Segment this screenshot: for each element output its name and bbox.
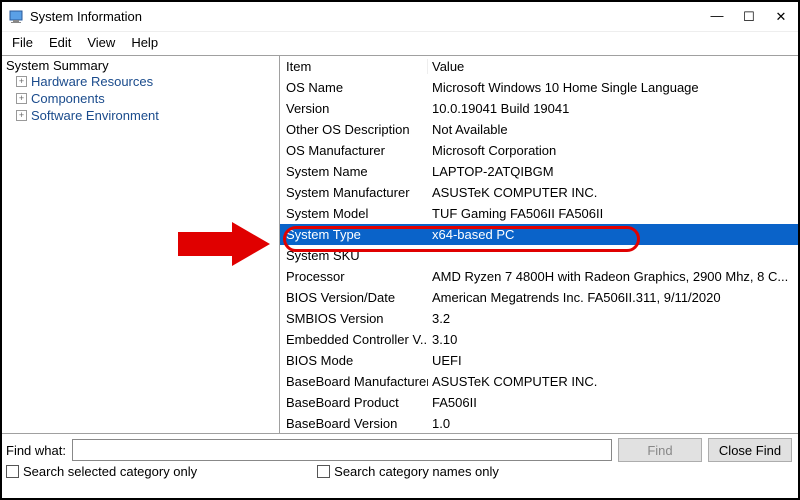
find-input[interactable]	[72, 439, 612, 461]
list-cell-value: ASUSTeK COMPUTER INC.	[428, 374, 798, 389]
list-cell-value: UEFI	[428, 353, 798, 368]
list-row[interactable]: Version10.0.19041 Build 19041	[280, 98, 798, 119]
category-tree[interactable]: System Summary + Hardware Resources + Co…	[2, 56, 280, 433]
list-row[interactable]: OS ManufacturerMicrosoft Corporation	[280, 140, 798, 161]
list-cell-value: AMD Ryzen 7 4800H with Radeon Graphics, …	[428, 269, 798, 284]
list-cell-value: 10.0.19041 Build 19041	[428, 101, 798, 116]
list-cell-item: OS Manufacturer	[280, 143, 428, 158]
minimize-button[interactable]	[710, 9, 724, 25]
list-cell-item: System Model	[280, 206, 428, 221]
list-cell-item: BIOS Mode	[280, 353, 428, 368]
checkbox-box-icon	[6, 465, 19, 478]
find-bar: Find what: Find Close Find Search select…	[2, 433, 798, 489]
list-cell-item: BIOS Version/Date	[280, 290, 428, 305]
list-cell-item: BaseBoard Manufacturer	[280, 374, 428, 389]
list-row[interactable]: Other OS DescriptionNot Available	[280, 119, 798, 140]
list-cell-value: American Megatrends Inc. FA506II.311, 9/…	[428, 290, 798, 305]
list-row[interactable]: System SKU	[280, 245, 798, 266]
list-cell-value: Microsoft Corporation	[428, 143, 798, 158]
list-row[interactable]: System ModelTUF Gaming FA506II FA506II	[280, 203, 798, 224]
menu-file[interactable]: File	[6, 34, 39, 51]
list-cell-value: ASUSTeK COMPUTER INC.	[428, 185, 798, 200]
tree-root-system-summary[interactable]: System Summary	[2, 58, 279, 73]
list-cell-item: Embedded Controller V...	[280, 332, 428, 347]
list-row[interactable]: ProcessorAMD Ryzen 7 4800H with Radeon G…	[280, 266, 798, 287]
list-row[interactable]: BIOS ModeUEFI	[280, 350, 798, 371]
expand-icon[interactable]: +	[16, 93, 27, 104]
checkbox-box-icon	[317, 465, 330, 478]
checkbox-label: Search category names only	[334, 464, 499, 479]
list-cell-item: System Type	[280, 227, 428, 242]
column-header-item[interactable]: Item	[280, 59, 428, 74]
tree-item-software-environment[interactable]: + Software Environment	[2, 107, 279, 124]
list-cell-value: 3.10	[428, 332, 798, 347]
find-button[interactable]: Find	[618, 438, 702, 462]
checkbox-search-selected-category[interactable]: Search selected category only	[6, 464, 197, 479]
list-cell-item: SMBIOS Version	[280, 311, 428, 326]
find-label: Find what:	[6, 443, 66, 458]
tree-item-components[interactable]: + Components	[2, 90, 279, 107]
app-icon	[8, 9, 24, 25]
menubar: File Edit View Help	[2, 32, 798, 55]
tree-item-hardware-resources[interactable]: + Hardware Resources	[2, 73, 279, 90]
list-row[interactable]: Embedded Controller V...3.10	[280, 329, 798, 350]
list-cell-value: Microsoft Windows 10 Home Single Languag…	[428, 80, 798, 95]
titlebar: System Information	[2, 2, 798, 32]
list-row[interactable]: OS NameMicrosoft Windows 10 Home Single …	[280, 77, 798, 98]
close-button[interactable]	[774, 9, 788, 25]
list-cell-value: x64-based PC	[428, 227, 798, 242]
list-cell-value: TUF Gaming FA506II FA506II	[428, 206, 798, 221]
list-cell-item: OS Name	[280, 80, 428, 95]
list-cell-value: 3.2	[428, 311, 798, 326]
list-cell-value: LAPTOP-2ATQIBGM	[428, 164, 798, 179]
list-row[interactable]: BaseBoard ManufacturerASUSTeK COMPUTER I…	[280, 371, 798, 392]
list-cell-value: FA506II	[428, 395, 798, 410]
tree-item-label: Components	[31, 91, 105, 106]
close-find-button[interactable]: Close Find	[708, 438, 792, 462]
list-cell-item: BaseBoard Product	[280, 395, 428, 410]
expand-icon[interactable]: +	[16, 110, 27, 121]
menu-view[interactable]: View	[81, 34, 121, 51]
maximize-button[interactable]	[742, 9, 756, 25]
list-cell-item: System Name	[280, 164, 428, 179]
list-row[interactable]: BaseBoard ProductFA506II	[280, 392, 798, 413]
checkbox-label: Search selected category only	[23, 464, 197, 479]
list-cell-value: Not Available	[428, 122, 798, 137]
list-row[interactable]: System NameLAPTOP-2ATQIBGM	[280, 161, 798, 182]
list-row[interactable]: BIOS Version/DateAmerican Megatrends Inc…	[280, 287, 798, 308]
menu-help[interactable]: Help	[125, 34, 164, 51]
list-cell-item: Processor	[280, 269, 428, 284]
list-cell-item: System Manufacturer	[280, 185, 428, 200]
list-row[interactable]: System Typex64-based PC	[280, 224, 798, 245]
checkbox-search-category-names[interactable]: Search category names only	[317, 464, 499, 479]
tree-item-label: Software Environment	[31, 108, 159, 123]
tree-item-label: Hardware Resources	[31, 74, 153, 89]
list-row[interactable]: System ManufacturerASUSTeK COMPUTER INC.	[280, 182, 798, 203]
list-header: Item Value	[280, 56, 798, 77]
list-row[interactable]: SMBIOS Version3.2	[280, 308, 798, 329]
main-split: System Summary + Hardware Resources + Co…	[2, 55, 798, 433]
menu-edit[interactable]: Edit	[43, 34, 77, 51]
window-title: System Information	[30, 9, 710, 24]
list-row[interactable]: BaseBoard Version1.0	[280, 413, 798, 433]
expand-icon[interactable]: +	[16, 76, 27, 87]
list-cell-value: 1.0	[428, 416, 798, 431]
details-list[interactable]: Item Value OS NameMicrosoft Windows 10 H…	[280, 56, 798, 433]
column-header-value[interactable]: Value	[428, 59, 798, 74]
list-cell-item: System SKU	[280, 248, 428, 263]
list-cell-item: Version	[280, 101, 428, 116]
list-cell-item: Other OS Description	[280, 122, 428, 137]
list-body: OS NameMicrosoft Windows 10 Home Single …	[280, 77, 798, 433]
list-cell-item: BaseBoard Version	[280, 416, 428, 431]
